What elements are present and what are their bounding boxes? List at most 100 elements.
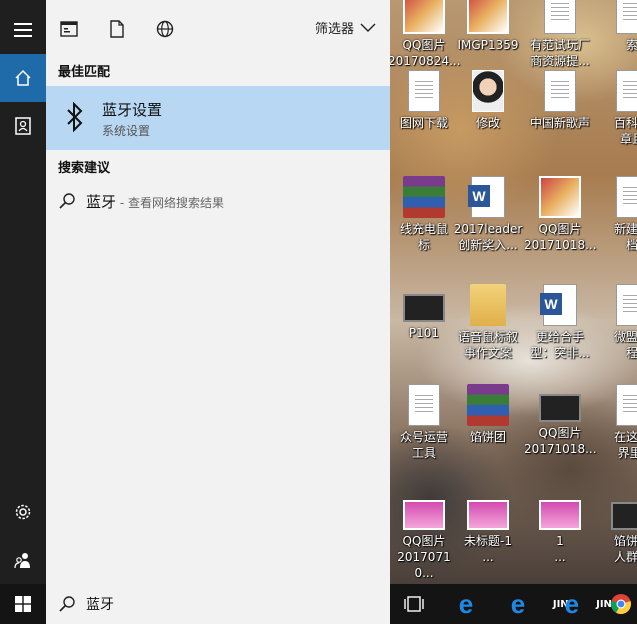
people-icon[interactable]: [0, 536, 46, 584]
user-doc-icon[interactable]: [0, 102, 46, 150]
desktop-icon-label: 百科数 章且: [613, 116, 637, 146]
globe-icon[interactable]: [154, 18, 176, 40]
word-file-icon: [540, 284, 577, 326]
desktop-icon[interactable]: 馅饼理 人群莱: [596, 492, 637, 565]
chrome-icon[interactable]: JIN: [594, 588, 634, 620]
desktop-icon[interactable]: P101: [390, 284, 460, 341]
jin-edge-icon[interactable]: JIN e: [546, 588, 586, 620]
folder-file-icon: [470, 284, 506, 326]
desktop-icon[interactable]: 图网下载: [390, 70, 460, 131]
desktop-icon[interactable]: 有范试玩厂 商资源提...: [524, 0, 596, 69]
filter-dropdown[interactable]: 筛选器: [315, 18, 376, 37]
desktop: QQ图片 20170824... IMGP1359 有范试玩厂 商资源提... 索图网…: [390, 0, 637, 584]
desktop-icon-label: 1 ...: [554, 534, 566, 564]
desktop-icon-label: 中国新歌声: [529, 116, 590, 130]
desktop-icon[interactable]: 更给合手 型：突非...: [524, 284, 596, 361]
desktop-icon-label: 线充电鼠 标: [399, 222, 448, 252]
desktop-icon[interactable]: 1 ...: [524, 492, 596, 565]
desktop-icon[interactable]: 馅饼团: [452, 384, 524, 445]
desktop-icon-label: 众号运营 工具: [399, 430, 448, 460]
doc-file-icon: [616, 70, 637, 112]
windows-logo-icon: [15, 596, 31, 612]
taskbar: 蓝牙 e e JIN e JIN: [0, 584, 637, 624]
desktop-icon-label: QQ图片 20170824...: [390, 38, 461, 68]
desktop-icon[interactable]: IMGP1359: [452, 0, 524, 53]
pic-file-icon: [539, 176, 581, 218]
desktop-icon-label: 微盟智 程: [613, 330, 637, 360]
desktop-icon-label: 新建文 档: [613, 222, 637, 252]
start-sidebar: [0, 0, 46, 584]
doc-file-icon: [544, 0, 576, 34]
desktop-icon-label: QQ图片 20171018...: [524, 222, 597, 252]
desktop-icon-label: 修改: [475, 116, 500, 130]
desktop-icon[interactable]: QQ图片 2017071 0...: [390, 492, 460, 581]
desktop-icon[interactable]: 在这复 界里(: [596, 384, 637, 461]
desktop-icon-label: 2017leader 创新奖入...: [453, 222, 523, 252]
doc-file-icon: [408, 70, 440, 112]
pink-file-icon: [539, 500, 581, 530]
video-file-icon: [539, 394, 581, 422]
video-file-icon: [403, 294, 445, 322]
desktop-icon[interactable]: QQ图片 20170824...: [390, 0, 461, 69]
home-icon[interactable]: [0, 54, 46, 102]
doc-file-icon: [616, 284, 637, 326]
desktop-icon-label: P101: [408, 326, 440, 340]
doc-file-icon: [544, 70, 576, 112]
desktop-icon[interactable]: 中国新歌声: [524, 70, 596, 131]
desktop-icon[interactable]: 百科数 章且: [596, 70, 637, 147]
best-match-heading: 最佳匹配: [58, 65, 111, 80]
best-match-result[interactable]: 蓝牙设置 系统设置: [46, 86, 390, 150]
suggestion-query: 蓝牙: [86, 193, 117, 211]
face-file-icon: [472, 70, 504, 112]
doc-file-icon: [616, 176, 637, 218]
search-icon: [58, 192, 76, 214]
web-suggestion-item[interactable]: 蓝牙 - 查看网络搜索结果: [46, 184, 390, 218]
desktop-icon[interactable]: 修改: [452, 70, 524, 131]
filter-label: 筛选器: [314, 22, 354, 37]
desktop-icon[interactable]: 未标题-1 ...: [452, 492, 524, 565]
suggestions-heading: 搜索建议: [58, 161, 111, 176]
rar-file-icon: [403, 176, 445, 218]
bluetooth-icon: [64, 101, 86, 133]
desktop-icon[interactable]: 语音鼠标叙 事作文案: [452, 284, 524, 361]
desktop-icon[interactable]: 索: [596, 0, 637, 53]
desktop-icon-label: 语音鼠标叙 事作文案: [457, 330, 518, 360]
rar-file-icon: [467, 384, 509, 426]
result-name: 蓝牙设置: [102, 101, 163, 119]
desktop-icon-label: 馅饼理 人群莱: [613, 534, 637, 564]
desktop-icon-label: 未标题-1 ...: [464, 534, 512, 564]
document-icon[interactable]: [106, 18, 128, 40]
desktop-icon[interactable]: 线充电鼠 标: [390, 176, 460, 253]
search-toolbar: 筛选器: [46, 0, 390, 56]
hamburger-icon[interactable]: [0, 6, 46, 54]
desktop-icon[interactable]: QQ图片 20171018...: [524, 384, 597, 457]
search-input[interactable]: 蓝牙: [86, 594, 114, 614]
pic-file-icon: [467, 0, 509, 34]
edge-icon[interactable]: e: [446, 588, 486, 620]
taskbar-search-box[interactable]: 蓝牙: [46, 584, 390, 624]
video-file-icon: [611, 502, 637, 530]
desktop-icon[interactable]: 新建文 档: [596, 176, 637, 253]
desktop-icon-label: 馅饼团: [469, 430, 506, 444]
pic-file-icon: [403, 0, 445, 34]
edge-icon[interactable]: e: [498, 588, 538, 620]
desktop-icon-label: 图网下载: [399, 116, 448, 130]
doc-file-icon: [616, 0, 637, 34]
desktop-icon[interactable]: 微盟智 程: [596, 284, 637, 361]
gear-icon[interactable]: [0, 488, 46, 536]
pink-file-icon: [467, 500, 509, 530]
desktop-icon[interactable]: QQ图片 20171018...: [524, 176, 597, 253]
search-results-panel: 筛选器 最佳匹配 蓝牙设置 系统设置 搜索建议 蓝牙 - 查看网络搜索结果: [46, 0, 390, 584]
doc-file-icon: [616, 384, 637, 426]
task-view-icon[interactable]: [394, 588, 434, 620]
desktop-icon-label: QQ图片 20171018...: [524, 426, 597, 456]
desktop-icon-label: 有范试玩厂 商资源提...: [529, 38, 590, 68]
desktop-icon-label: QQ图片 2017071 0...: [397, 534, 451, 580]
doc-file-icon: [408, 384, 440, 426]
apps-icon[interactable]: [58, 18, 80, 40]
desktop-icon[interactable]: 2017leader 创新奖入...: [452, 176, 524, 253]
desktop-icon[interactable]: 众号运营 工具: [390, 384, 460, 461]
start-button[interactable]: [0, 584, 46, 624]
pink-file-icon: [403, 500, 445, 530]
desktop-icon-label: 在这复 界里(: [613, 430, 637, 460]
